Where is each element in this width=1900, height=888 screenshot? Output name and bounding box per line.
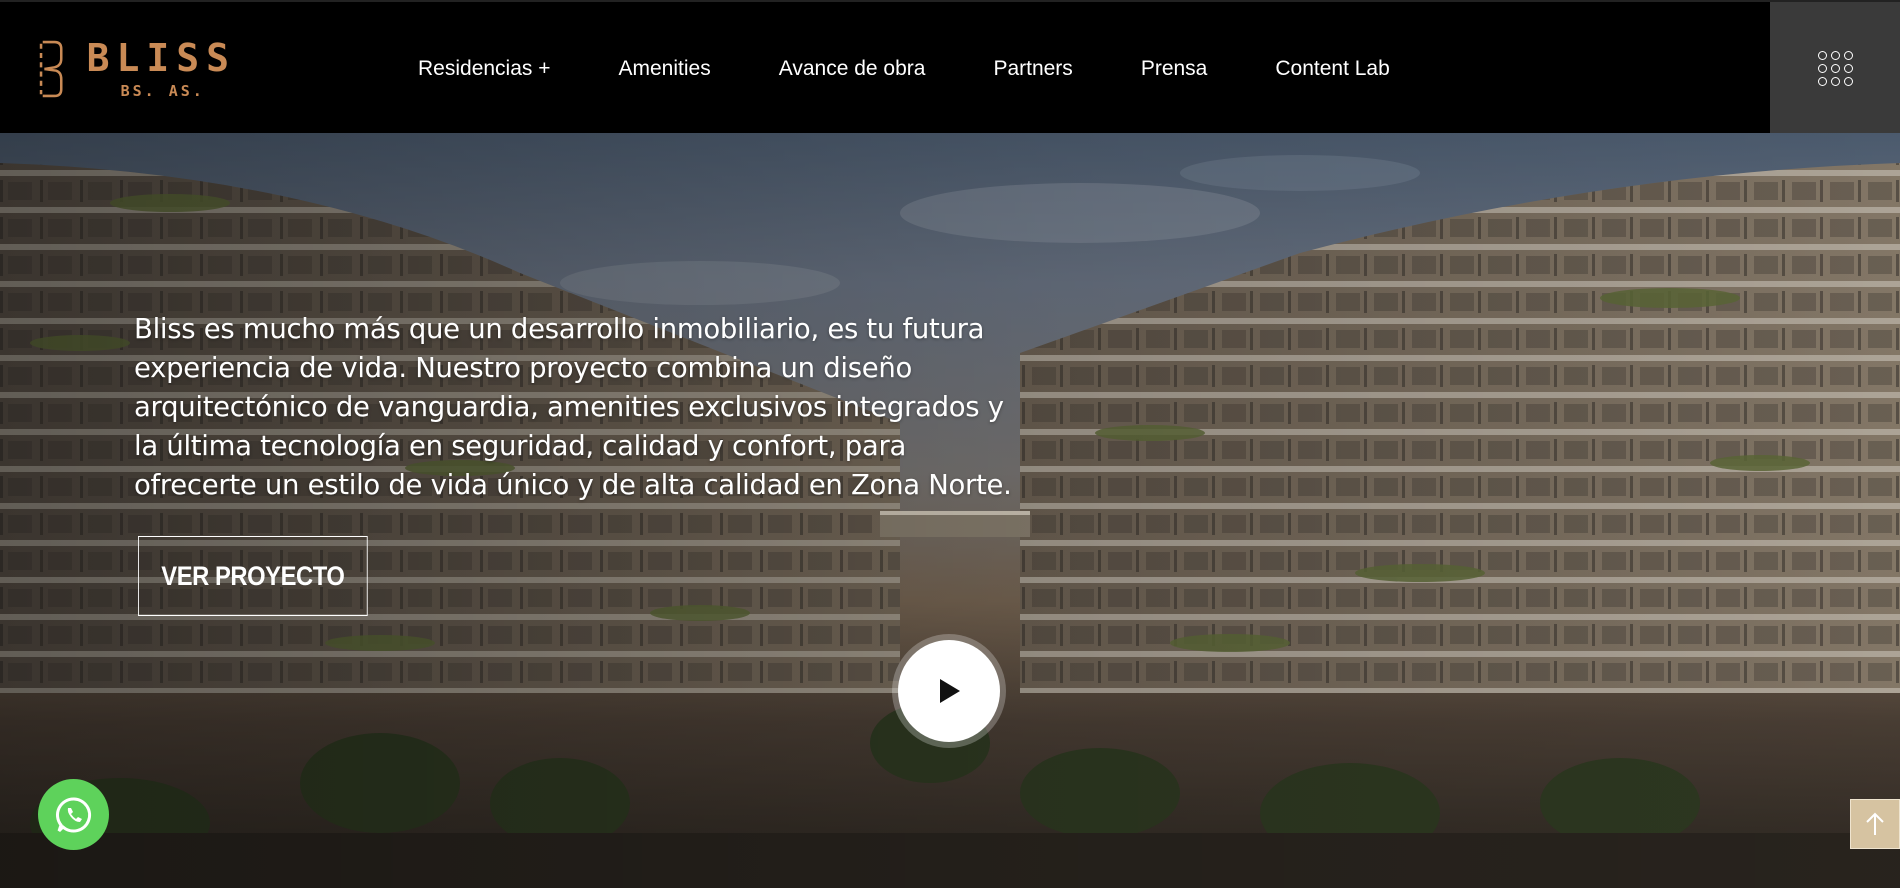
play-icon [940, 679, 960, 703]
nav-item-avance-de-obra[interactable]: Avance de obra [779, 57, 926, 81]
whatsapp-button[interactable] [38, 779, 109, 850]
brand-subtitle: BS. AS. [120, 82, 205, 100]
back-to-top-button[interactable] [1850, 799, 1900, 849]
hero-section: Bliss es mucho más que un desarrollo inm… [0, 133, 1900, 888]
brand-name: BLISS [86, 36, 236, 80]
arrow-up-icon [1866, 812, 1884, 835]
ver-proyecto-button[interactable]: VER PROYECTO [138, 536, 368, 616]
nav-item-residencias[interactable]: Residencias + [418, 57, 551, 81]
site-header: BLISS BS. AS. Residencias + Amenities Av… [0, 0, 1900, 135]
menu-button[interactable] [1770, 2, 1900, 135]
hero-description: Bliss es mucho más que un desarrollo inm… [134, 313, 1012, 501]
grid-dots-icon [1817, 51, 1853, 86]
nav-item-partners[interactable]: Partners [993, 57, 1072, 81]
nav-item-content-lab[interactable]: Content Lab [1275, 57, 1389, 81]
main-nav: Residencias + Amenities Avance de obra P… [418, 2, 1458, 135]
nav-item-prensa[interactable]: Prensa [1141, 57, 1208, 81]
brand-logo[interactable]: BLISS BS. AS. [36, 32, 236, 106]
hero-overlay [0, 133, 1900, 888]
nav-item-amenities[interactable]: Amenities [619, 57, 711, 81]
logo-mark-icon [39, 40, 63, 98]
whatsapp-icon [55, 796, 91, 832]
play-video-button[interactable] [898, 640, 1000, 742]
